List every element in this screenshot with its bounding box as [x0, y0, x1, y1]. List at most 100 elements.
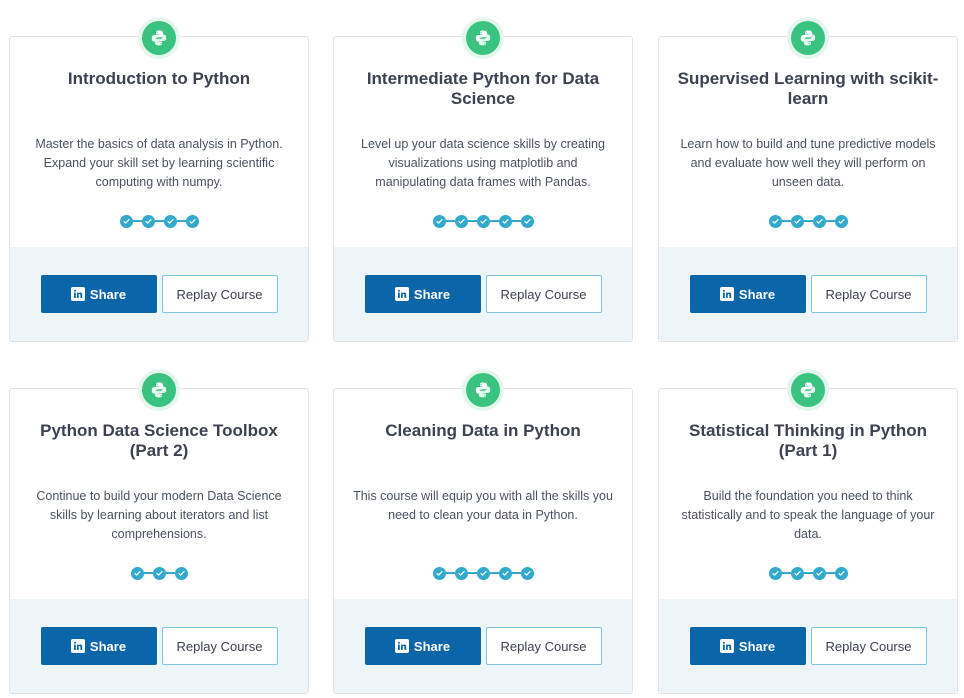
share-button[interactable]: Share [40, 627, 157, 665]
linkedin-icon [394, 639, 409, 653]
check-icon [498, 566, 512, 580]
course-title: Supervised Learning with scikit-learn [677, 69, 939, 108]
check-icon [454, 214, 468, 228]
check-icon [152, 566, 166, 580]
check-icon [185, 214, 199, 228]
replay-course-button[interactable]: Replay Course [161, 627, 278, 665]
course-description: Build the foundation you need to think s… [681, 489, 935, 541]
course-title: Statistical Thinking in Python (Part 1) [688, 421, 928, 460]
progress-connector [132, 220, 142, 222]
share-button[interactable]: Share [364, 275, 481, 313]
check-icon [812, 566, 826, 580]
share-button[interactable]: Share [689, 627, 806, 665]
check-icon [812, 214, 826, 228]
linkedin-icon [394, 287, 409, 301]
chapter-progress [659, 213, 957, 229]
course-description: Learn how to build and tune predictive m… [680, 137, 936, 189]
replay-course-button[interactable]: Replay Course [485, 275, 602, 313]
replay-course-button[interactable]: Replay Course [161, 275, 278, 313]
check-icon [163, 214, 177, 228]
python-icon [142, 373, 176, 407]
progress-connector [467, 572, 477, 574]
progress-connector [143, 572, 153, 574]
check-icon [768, 566, 782, 580]
progress-connector [825, 572, 835, 574]
card-actions: Share Replay Course [10, 599, 308, 693]
check-icon [834, 214, 848, 228]
progress-connector [511, 572, 521, 574]
check-icon [790, 566, 804, 580]
progress-connector [154, 220, 164, 222]
course-description: Continue to build your modern Data Scien… [36, 489, 282, 541]
check-icon [520, 214, 534, 228]
share-button[interactable]: Share [689, 275, 806, 313]
python-icon [466, 373, 500, 407]
python-icon [466, 21, 500, 55]
progress-connector [781, 220, 791, 222]
check-icon [432, 566, 446, 580]
check-icon [768, 214, 782, 228]
share-label: Share [738, 286, 776, 302]
replay-course-button[interactable]: Replay Course [485, 627, 602, 665]
card-actions: Share Replay Course [10, 247, 308, 341]
linkedin-icon [70, 639, 85, 653]
course-title: Introduction to Python [67, 69, 251, 88]
check-icon [432, 214, 446, 228]
course-description: This course will equip you with all the … [353, 489, 613, 522]
card-actions: Share Replay Course [334, 599, 632, 693]
card-actions: Share Replay Course [334, 247, 632, 341]
course-grid: Introduction to Python Master the basics… [0, 0, 964, 698]
share-label: Share [413, 286, 451, 302]
check-icon [834, 566, 848, 580]
progress-connector [781, 572, 791, 574]
progress-connector [803, 220, 813, 222]
share-label: Share [89, 638, 127, 654]
check-icon [498, 214, 512, 228]
progress-connector [825, 220, 835, 222]
check-icon [454, 566, 468, 580]
check-icon [476, 566, 490, 580]
python-icon [791, 21, 825, 55]
course-card: Cleaning Data in Python This course will… [333, 373, 633, 694]
chapter-progress [659, 565, 957, 581]
check-icon [476, 214, 490, 228]
progress-connector [445, 220, 455, 222]
progress-connector [511, 220, 521, 222]
progress-connector [803, 572, 813, 574]
check-icon [119, 214, 133, 228]
share-button[interactable]: Share [40, 275, 157, 313]
course-card: Python Data Science Toolbox (Part 2) Con… [9, 373, 309, 694]
replay-course-button[interactable]: Replay Course [810, 275, 927, 313]
share-label: Share [413, 638, 451, 654]
progress-connector [445, 572, 455, 574]
python-icon [791, 373, 825, 407]
course-card: Statistical Thinking in Python (Part 1) … [658, 373, 958, 694]
chapter-progress [334, 213, 632, 229]
replay-course-button[interactable]: Replay Course [810, 627, 927, 665]
check-icon [174, 566, 188, 580]
course-card: Intermediate Python for Data Science Lev… [333, 21, 633, 342]
linkedin-icon [719, 287, 734, 301]
chapter-progress [334, 565, 632, 581]
progress-connector [176, 220, 186, 222]
progress-connector [467, 220, 477, 222]
share-label: Share [738, 638, 776, 654]
course-title: Python Data Science Toolbox (Part 2) [40, 421, 278, 460]
course-title: Intermediate Python for Data Science [366, 69, 600, 108]
card-actions: Share Replay Course [659, 599, 957, 693]
course-description: Level up your data science skills by cre… [361, 137, 605, 189]
card-actions: Share Replay Course [659, 247, 957, 341]
python-icon [142, 21, 176, 55]
chapter-progress [10, 565, 308, 581]
linkedin-icon [70, 287, 85, 301]
check-icon [130, 566, 144, 580]
share-label: Share [89, 286, 127, 302]
progress-connector [165, 572, 175, 574]
chapter-progress [10, 213, 308, 229]
linkedin-icon [719, 639, 734, 653]
progress-connector [489, 572, 499, 574]
check-icon [520, 566, 534, 580]
share-button[interactable]: Share [364, 627, 481, 665]
course-description: Master the basics of data analysis in Py… [35, 137, 283, 189]
course-card: Introduction to Python Master the basics… [9, 21, 309, 342]
